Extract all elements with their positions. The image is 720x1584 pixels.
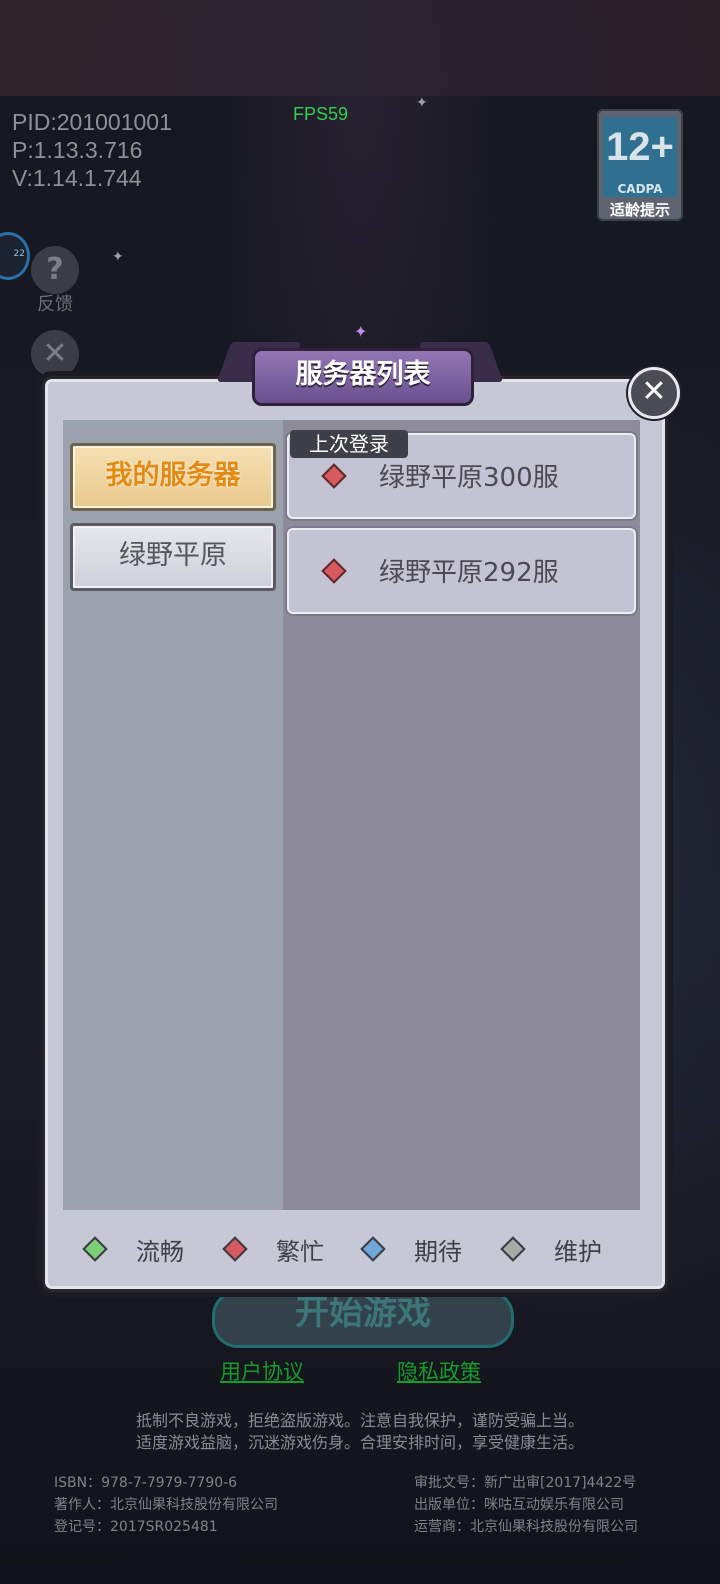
sparkle-icon: ✦ xyxy=(112,249,124,265)
p-version-text: P:1.13.3.716 xyxy=(12,137,143,163)
registration-text: 登记号：2017SR025481 xyxy=(54,1519,218,1535)
status-smooth-icon xyxy=(82,1236,108,1262)
dialog-title-banner: ✦ 服务器列表 xyxy=(216,322,504,406)
notice-line-1: 抵制不良游戏，拒绝盗版游戏。注意自我保护，谨防受骗上当。 xyxy=(135,1411,584,1430)
approval-text: 审批文号：新广出审[2017]4422号 xyxy=(414,1475,637,1491)
top-banner-art xyxy=(0,0,720,96)
status-legend: 流畅 繁忙 期待 维护 xyxy=(80,1232,640,1266)
legend-label: 繁忙 xyxy=(276,1238,324,1266)
feedback-label: 反馈 xyxy=(37,294,73,315)
license-right: 审批文号：新广出审[2017]4422号 出版单位：咪咕互动娱乐有限公司 运营商… xyxy=(414,1472,638,1538)
legend-label: 流畅 xyxy=(136,1238,184,1266)
sparkle-icon: ✦ xyxy=(354,322,368,341)
dialog-title: 服务器列表 xyxy=(252,348,474,406)
operator-text: 运营商：北京仙果科技股份有限公司 xyxy=(414,1519,638,1535)
status-expect-icon xyxy=(360,1236,386,1262)
pid-text: PID:201001001 xyxy=(12,109,172,135)
close-button[interactable]: ✕ xyxy=(628,367,680,419)
question-icon: ? xyxy=(31,246,79,294)
legend-label: 期待 xyxy=(414,1238,462,1266)
age-rating-tip: 适龄提示 xyxy=(609,201,670,219)
health-notice: 抵制不良游戏，拒绝盗版游戏。注意自我保护，谨防受骗上当。 适度游戏益脑，沉迷游戏… xyxy=(0,1410,720,1454)
license-left: ISBN：978-7-7979-7790-6 著作人：北京仙果科技股份有限公司 … xyxy=(54,1472,278,1538)
server-name: 绿野平原292服 xyxy=(379,558,559,588)
avatar-badge: 22 xyxy=(13,249,25,259)
sparkle-icon: ✦ xyxy=(416,95,428,111)
last-login-tag: 上次登录 xyxy=(290,430,408,458)
age-rating-badge[interactable]: 12+ CADPA 适龄提示 xyxy=(597,109,683,221)
isbn-text: ISBN：978-7-7979-7790-6 xyxy=(54,1475,238,1491)
server-item[interactable]: 绿野平原292服 xyxy=(287,528,636,614)
fps-counter: FPS59 xyxy=(293,104,349,124)
start-game-button[interactable]: 开始游戏 xyxy=(212,1290,514,1348)
status-busy-icon xyxy=(321,463,347,489)
privacy-policy-link[interactable]: 隐私政策 xyxy=(397,1356,481,1386)
server-name: 绿野平原300服 xyxy=(379,463,559,493)
age-rating-number: 12+ xyxy=(603,117,677,183)
tab-lvye-pingyuan[interactable]: 绿野平原 xyxy=(70,523,276,591)
notice-line-2: 适度游戏益脑，沉迷游戏伤身。合理安排时间，享受健康生活。 xyxy=(135,1433,584,1452)
publisher-text: 出版单位：咪咕互动娱乐有限公司 xyxy=(414,1497,624,1513)
close-icon: ✕ xyxy=(641,374,667,409)
v-version-text: V:1.14.1.744 xyxy=(12,165,142,191)
age-rating-org: CADPA xyxy=(603,181,677,197)
wrench-icon: ✕ xyxy=(31,330,79,378)
status-busy-icon xyxy=(222,1236,248,1262)
debug-info: PID:201001001 P:1.13.3.716 V:1.14.1.744 xyxy=(12,108,172,192)
feedback-button[interactable]: ? 反馈 xyxy=(28,246,82,316)
tab-my-servers[interactable]: 我的服务器 xyxy=(70,443,276,511)
legend-label: 维护 xyxy=(554,1238,602,1266)
status-maintenance-icon xyxy=(500,1236,526,1262)
author-text: 著作人：北京仙果科技股份有限公司 xyxy=(54,1497,278,1513)
status-busy-icon xyxy=(321,558,347,584)
user-agreement-link[interactable]: 用户协议 xyxy=(220,1356,304,1386)
